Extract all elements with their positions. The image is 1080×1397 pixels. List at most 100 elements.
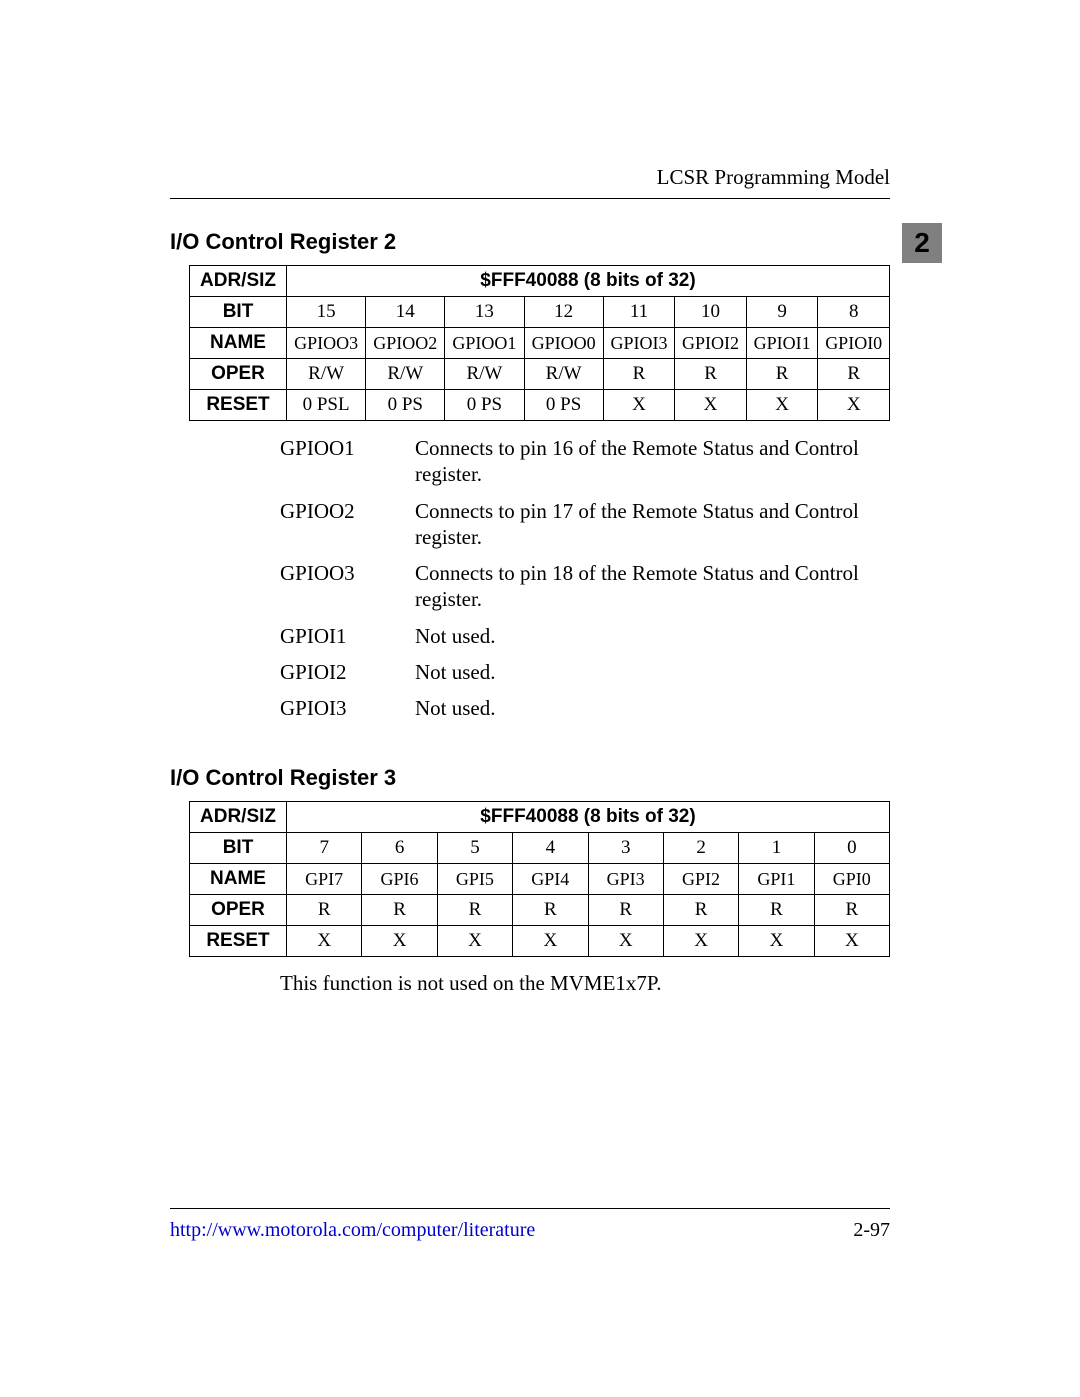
desc-term: GPIOO2 <box>280 498 415 551</box>
bit-cell: 15 <box>287 297 366 328</box>
reset-cell: X <box>362 926 437 957</box>
desc-term: GPIOO3 <box>280 560 415 613</box>
oper-cell: R <box>814 895 889 926</box>
adrsiz-value: $FFF40088 (8 bits of 32) <box>287 802 890 833</box>
bit-label: BIT <box>190 833 287 864</box>
row-adrsiz: ADR/SIZ $FFF40088 (8 bits of 32) <box>190 802 890 833</box>
oper-label: OPER <box>190 359 287 390</box>
name-cell: GPI5 <box>437 864 512 895</box>
bit-cell: 11 <box>603 297 675 328</box>
bit-cell: 10 <box>675 297 747 328</box>
name-cell: GPIOI0 <box>818 328 890 359</box>
row-oper: OPER R/W R/W R/W R/W R R R R <box>190 359 890 390</box>
reset-cell: X <box>437 926 512 957</box>
desc-row: GPIOO3 Connects to pin 18 of the Remote … <box>280 560 890 613</box>
oper-cell: R <box>675 359 747 390</box>
bit-cell: 6 <box>362 833 437 864</box>
row-reset: RESET X X X X X X X X <box>190 926 890 957</box>
reset-cell: 0 PSL <box>287 390 366 421</box>
name-cell: GPI6 <box>362 864 437 895</box>
register-table-2: ADR/SIZ $FFF40088 (8 bits of 32) BIT 15 … <box>189 265 890 421</box>
reset-cell: X <box>814 926 889 957</box>
oper-cell: R <box>287 895 362 926</box>
name-cell: GPI3 <box>588 864 663 895</box>
name-cell: GPIOI3 <box>603 328 675 359</box>
oper-cell: R/W <box>366 359 445 390</box>
footer-url-link[interactable]: http://www.motorola.com/computer/literat… <box>170 1219 535 1242</box>
footer-rule <box>170 1208 890 1209</box>
bit-cell: 1 <box>739 833 814 864</box>
oper-cell: R <box>746 359 818 390</box>
desc-term: GPIOI1 <box>280 623 415 649</box>
desc-def: Not used. <box>415 695 890 721</box>
desc-row: GPIOI2 Not used. <box>280 659 890 685</box>
name-cell: GPIOO1 <box>445 328 524 359</box>
reset-cell: X <box>663 926 738 957</box>
row-reset: RESET 0 PSL 0 PS 0 PS 0 PS X X X X <box>190 390 890 421</box>
name-cell: GPI0 <box>814 864 889 895</box>
section-3-caption: This function is not used on the MVME1x7… <box>280 971 890 996</box>
name-cell: GPIOI2 <box>675 328 747 359</box>
name-cell: GPI2 <box>663 864 738 895</box>
oper-cell: R <box>513 895 588 926</box>
bit-cell: 9 <box>746 297 818 328</box>
name-cell: GPIOO0 <box>524 328 603 359</box>
name-cell: GPIOO3 <box>287 328 366 359</box>
chapter-tab: 2 <box>902 223 942 263</box>
name-cell: GPIOO2 <box>366 328 445 359</box>
reset-cell: X <box>675 390 747 421</box>
register-table-3: ADR/SIZ $FFF40088 (8 bits of 32) BIT 7 6… <box>189 801 890 957</box>
row-bit: BIT 7 6 5 4 3 2 1 0 <box>190 833 890 864</box>
name-label: NAME <box>190 328 287 359</box>
desc-row: GPIOO2 Connects to pin 17 of the Remote … <box>280 498 890 551</box>
row-name: NAME GPIOO3 GPIOO2 GPIOO1 GPIOO0 GPIOI3 … <box>190 328 890 359</box>
row-name: NAME GPI7 GPI6 GPI5 GPI4 GPI3 GPI2 GPI1 … <box>190 864 890 895</box>
reset-cell: 0 PS <box>366 390 445 421</box>
desc-row: GPIOI3 Not used. <box>280 695 890 721</box>
bit-cell: 8 <box>818 297 890 328</box>
desc-term: GPIOO1 <box>280 435 415 488</box>
desc-def: Connects to pin 16 of the Remote Status … <box>415 435 890 488</box>
name-cell: GPI4 <box>513 864 588 895</box>
running-header: LCSR Programming Model <box>170 165 890 190</box>
desc-row: GPIOO1 Connects to pin 16 of the Remote … <box>280 435 890 488</box>
oper-cell: R <box>818 359 890 390</box>
bit-cell: 4 <box>513 833 588 864</box>
page-number: 2-97 <box>853 1219 890 1242</box>
reset-cell: X <box>746 390 818 421</box>
reset-cell: X <box>588 926 663 957</box>
name-label: NAME <box>190 864 287 895</box>
desc-row: GPIOI1 Not used. <box>280 623 890 649</box>
desc-def: Connects to pin 18 of the Remote Status … <box>415 560 890 613</box>
oper-label: OPER <box>190 895 287 926</box>
bit-cell: 3 <box>588 833 663 864</box>
adrsiz-label: ADR/SIZ <box>190 802 287 833</box>
row-oper: OPER R R R R R R R R <box>190 895 890 926</box>
bit-cell: 5 <box>437 833 512 864</box>
bit-label: BIT <box>190 297 287 328</box>
reset-label: RESET <box>190 390 287 421</box>
reset-cell: X <box>739 926 814 957</box>
description-list-2: GPIOO1 Connects to pin 16 of the Remote … <box>280 435 890 721</box>
oper-cell: R <box>362 895 437 926</box>
bit-cell: 12 <box>524 297 603 328</box>
desc-def: Connects to pin 17 of the Remote Status … <box>415 498 890 551</box>
name-cell: GPI7 <box>287 864 362 895</box>
bit-cell: 13 <box>445 297 524 328</box>
reset-cell: X <box>818 390 890 421</box>
name-cell: GPI1 <box>739 864 814 895</box>
section-title-3: I/O Control Register 3 <box>170 765 890 791</box>
oper-cell: R/W <box>445 359 524 390</box>
bit-cell: 2 <box>663 833 738 864</box>
desc-def: Not used. <box>415 623 890 649</box>
reset-cell: X <box>513 926 588 957</box>
oper-cell: R <box>588 895 663 926</box>
oper-cell: R <box>437 895 512 926</box>
reset-cell: X <box>287 926 362 957</box>
reset-cell: 0 PS <box>445 390 524 421</box>
oper-cell: R/W <box>287 359 366 390</box>
desc-term: GPIOI2 <box>280 659 415 685</box>
desc-term: GPIOI3 <box>280 695 415 721</box>
oper-cell: R <box>663 895 738 926</box>
row-bit: BIT 15 14 13 12 11 10 9 8 <box>190 297 890 328</box>
